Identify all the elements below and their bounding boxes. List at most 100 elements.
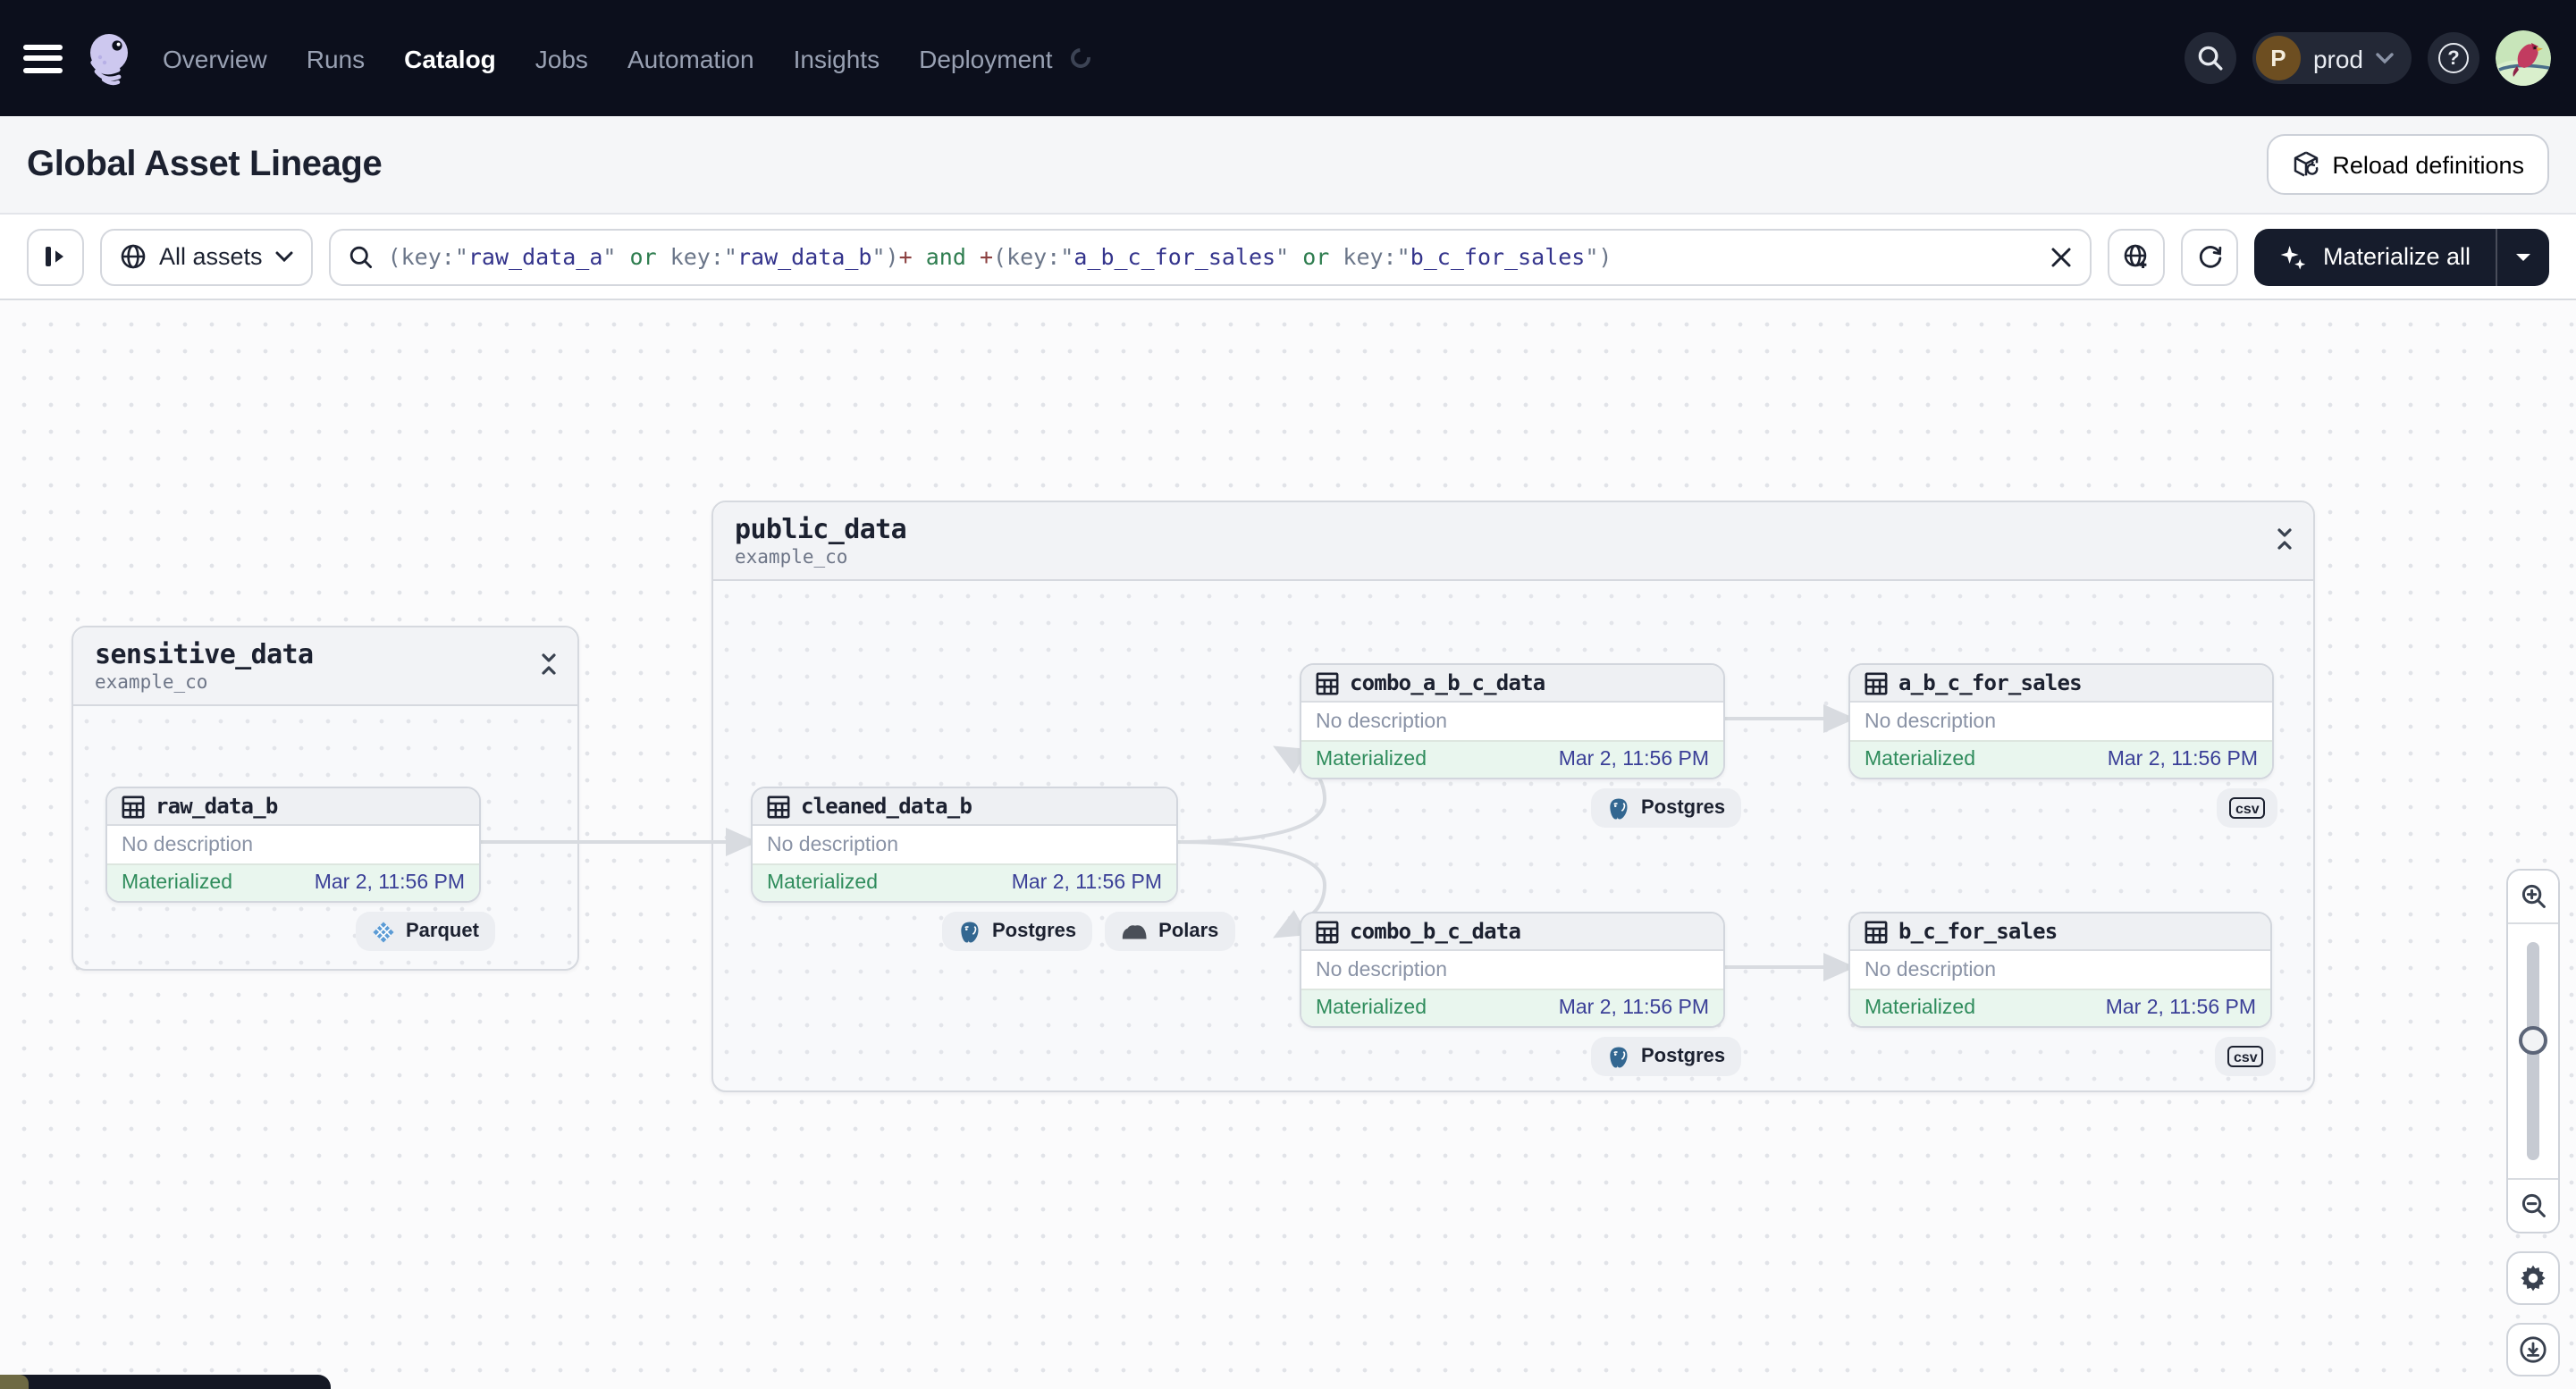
table-icon — [1316, 920, 1339, 943]
sparkles-icon — [2281, 245, 2307, 269]
materialized-status: Materialized — [1316, 749, 1427, 770]
materialized-status: Materialized — [1865, 749, 1975, 770]
kind-badge-postgres[interactable]: Postgres — [1591, 788, 1742, 828]
group-name: sensitive_data — [95, 638, 314, 670]
nav-item-runs[interactable]: Runs — [307, 44, 365, 72]
zoom-slider-handle[interactable] — [2519, 1026, 2547, 1056]
group-location: example_co — [95, 672, 208, 694]
zoom-in-icon — [2521, 884, 2545, 908]
materialize-all-button[interactable]: Materialize all — [2254, 228, 2549, 285]
collapse-group-button[interactable] — [2274, 527, 2295, 551]
badge-label: Postgres — [1641, 797, 1726, 819]
asset-description: No description — [1301, 703, 1723, 740]
asset-status-row: Materialized Mar 2, 11:56 PM — [1850, 989, 2270, 1026]
top-nav: Overview Runs Catalog Jobs Automation In… — [0, 0, 2576, 116]
nav-item-automation[interactable]: Automation — [627, 44, 754, 72]
app-window: Overview Runs Catalog Jobs Automation In… — [0, 0, 2576, 1389]
nav-item-insights[interactable]: Insights — [794, 44, 880, 72]
table-icon — [122, 795, 145, 818]
postgres-icon — [1610, 1046, 1628, 1067]
kind-badge-csv[interactable]: csv — [2217, 788, 2278, 828]
asset-node-b-c-for-sales[interactable]: b_c_for_sales No description Materialize… — [1848, 912, 2272, 1028]
page-header: Global Asset Lineage Reload definitions — [0, 116, 2576, 215]
kind-badge-parquet[interactable]: Parquet — [356, 912, 495, 951]
workspace-initial-badge: P — [2255, 36, 2301, 80]
materialized-status: Materialized — [1865, 998, 1975, 1019]
asset-name: b_c_for_sales — [1898, 919, 2058, 944]
minimap-accent — [0, 1375, 29, 1389]
refresh-button[interactable] — [2181, 228, 2239, 285]
page-title: Global Asset Lineage — [27, 144, 383, 183]
asset-node-cleaned-data-b[interactable]: cleaned_data_b No description Materializ… — [751, 787, 1178, 903]
nav-item-overview[interactable]: Overview — [163, 44, 267, 72]
zoom-in-button[interactable] — [2508, 871, 2558, 924]
kind-badge-csv[interactable]: csv — [2215, 1037, 2277, 1076]
materialized-timestamp: Mar 2, 11:56 PM — [1558, 749, 1709, 770]
workspace-name: prod — [2312, 44, 2363, 72]
asset-description: No description — [1850, 703, 2272, 740]
asset-status-row: Materialized Mar 2, 11:56 PM — [1301, 989, 1723, 1026]
asset-badges: Postgres Polars — [942, 912, 1235, 951]
group-header[interactable]: public_data example_co — [713, 502, 2313, 581]
asset-badges: csv — [2217, 788, 2278, 828]
badge-label: Postgres — [992, 921, 1077, 942]
chevron-down-icon — [275, 251, 293, 263]
asset-query-input[interactable]: (key:"raw_data_a" or key:"raw_data_b")+ … — [328, 228, 2092, 285]
asset-badges: Postgres — [1591, 1037, 1742, 1076]
table-icon — [1316, 671, 1339, 694]
zoom-out-button[interactable] — [2508, 1178, 2558, 1232]
cube-reload-icon — [2294, 151, 2318, 177]
asset-scope-dropdown[interactable]: All assets — [100, 228, 313, 285]
reload-definitions-button[interactable]: Reload definitions — [2266, 134, 2549, 195]
materialize-options-button[interactable] — [2496, 228, 2549, 285]
clear-query-button[interactable] — [2051, 246, 2073, 267]
asset-node-a-b-c-for-sales[interactable]: a_b_c_for_sales No description Materiali… — [1848, 663, 2274, 779]
user-avatar[interactable] — [2496, 30, 2551, 86]
badge-label: Polars — [1158, 921, 1219, 942]
download-icon — [2520, 1336, 2547, 1363]
kind-badge-postgres[interactable]: Postgres — [942, 912, 1093, 951]
globe-add-icon — [2125, 243, 2148, 267]
table-icon — [1865, 920, 1888, 943]
collapse-icon — [542, 653, 556, 675]
materialize-all-label: Materialize all — [2322, 243, 2471, 270]
asset-description: No description — [753, 826, 1176, 863]
asset-badges: Postgres — [1591, 788, 1742, 828]
hamburger-menu-icon[interactable] — [23, 44, 63, 72]
kind-badge-polars[interactable]: Polars — [1105, 912, 1235, 951]
nav-items: Overview Runs Catalog Jobs Automation In… — [163, 44, 1094, 72]
reload-definitions-label: Reload definitions — [2332, 151, 2524, 178]
workspace-switcher[interactable]: P prod — [2252, 32, 2412, 84]
materialized-timestamp: Mar 2, 11:56 PM — [2105, 998, 2256, 1019]
asset-name: cleaned_data_b — [801, 794, 972, 819]
nav-item-deployment[interactable]: Deployment — [919, 44, 1052, 72]
group-header[interactable]: sensitive_data example_co — [73, 627, 577, 706]
dagster-logo[interactable] — [80, 28, 141, 88]
materialized-status: Materialized — [1316, 998, 1427, 1019]
zoom-slider[interactable] — [2508, 924, 2558, 1178]
collapse-group-button[interactable] — [538, 652, 560, 676]
asset-node-combo-a-b-c-data[interactable]: combo_a_b_c_data No description Material… — [1300, 663, 1725, 779]
search-icon — [2198, 46, 2223, 71]
minimap[interactable] — [0, 1375, 331, 1389]
query-text: (key:"raw_data_a" or key:"raw_data_b")+ … — [387, 243, 1612, 270]
lineage-canvas[interactable]: sensitive_data example_co public_data ex… — [0, 300, 2576, 1389]
asset-node-combo-b-c-data[interactable]: combo_b_c_data No description Materializ… — [1300, 912, 1725, 1028]
open-sidebar-button[interactable] — [27, 228, 84, 285]
asset-node-header: cleaned_data_b — [753, 788, 1176, 826]
nav-item-jobs[interactable]: Jobs — [535, 44, 588, 72]
help-button[interactable]: ? — [2428, 32, 2479, 84]
asset-node-header: combo_a_b_c_data — [1301, 665, 1723, 703]
loading-spinner-icon — [1066, 44, 1094, 72]
asset-graph-settings-button[interactable] — [2108, 228, 2166, 285]
download-graph-button[interactable] — [2506, 1323, 2560, 1376]
kind-badge-postgres[interactable]: Postgres — [1591, 1037, 1742, 1076]
nav-item-catalog[interactable]: Catalog — [404, 44, 496, 72]
asset-scope-label: All assets — [159, 243, 263, 270]
asset-badges: Parquet — [356, 912, 495, 951]
asset-node-raw-data-b[interactable]: raw_data_b No description Materialized M… — [105, 787, 481, 903]
view-controls — [2506, 869, 2560, 1376]
graph-settings-button[interactable] — [2506, 1251, 2560, 1305]
asset-status-row: Materialized Mar 2, 11:56 PM — [107, 863, 479, 901]
search-button[interactable] — [2184, 32, 2236, 84]
